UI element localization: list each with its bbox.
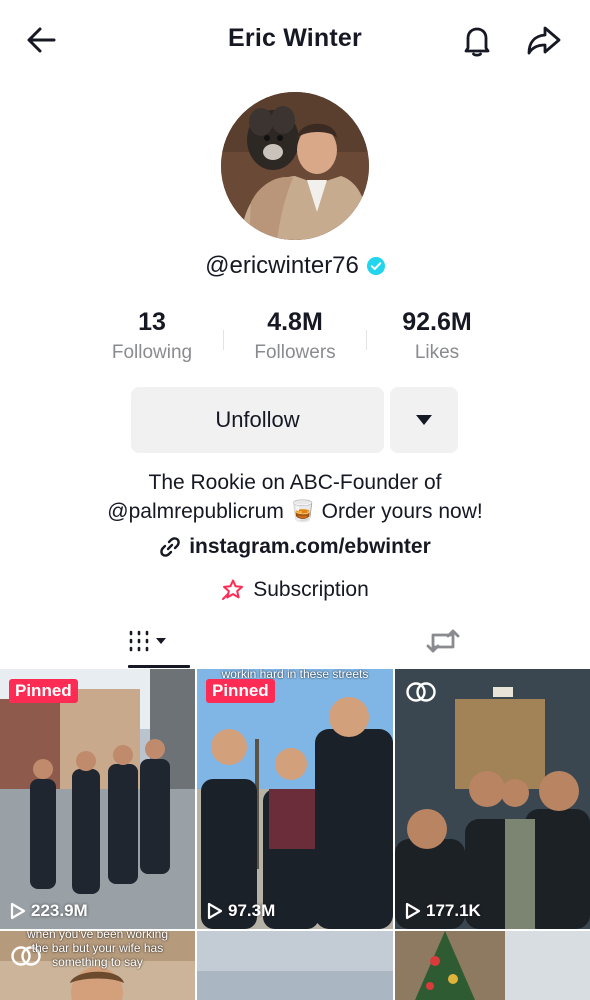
play-icon <box>10 902 26 920</box>
video-thumbnail <box>0 669 195 929</box>
subscription-label: Subscription <box>253 578 369 601</box>
notification-button[interactable] <box>455 18 499 62</box>
view-count: 97.3M <box>207 901 275 921</box>
whisky-emoji: 🥃 <box>289 500 316 523</box>
stat-value: 4.8M <box>267 308 323 336</box>
content-tabs <box>0 612 590 670</box>
stat-label: Following <box>111 342 193 363</box>
bio-line-2: @palmrepublicrum 🥃 Order yours now! <box>0 497 590 526</box>
view-count: 223.9M <box>10 901 88 921</box>
active-tab-indicator <box>128 665 190 668</box>
video-tile[interactable]: 177.1K <box>395 669 590 929</box>
stat-label: Followers <box>254 342 336 363</box>
video-tile[interactable]: when you've been working the bar but you… <box>0 931 195 1000</box>
avatar-photo <box>221 92 369 240</box>
grid-lines-icon <box>129 630 166 652</box>
subscription-star-icon <box>222 579 244 600</box>
bio: The Rookie on ABC-Founder of @palmrepubl… <box>0 468 590 526</box>
caret-down-icon <box>416 415 432 425</box>
share-button[interactable] <box>522 18 566 62</box>
video-tile[interactable] <box>197 931 393 1000</box>
view-count-text: 97.3M <box>228 901 276 920</box>
bell-icon <box>464 27 490 57</box>
unfollow-button[interactable]: Unfollow <box>131 387 384 453</box>
stat-value: 92.6M <box>402 308 472 336</box>
pinned-badge: Pinned <box>206 679 275 703</box>
stat-likes[interactable]: 92.6M Likes <box>366 306 508 364</box>
username-handle: @ericwinter76 <box>205 252 359 279</box>
video-thumbnail <box>197 931 393 1000</box>
bio-mention[interactable]: @palmrepublicrum <box>107 500 284 523</box>
subscription-link[interactable]: Subscription <box>0 578 590 602</box>
play-icon <box>207 902 223 920</box>
pinned-badge: Pinned <box>9 679 78 703</box>
photo-carousel-icon <box>406 682 436 702</box>
tab-reposts[interactable] <box>295 612 590 670</box>
video-thumbnail <box>395 931 590 1000</box>
stat-following[interactable]: 13 Following <box>81 306 223 364</box>
verified-badge-icon <box>366 257 385 275</box>
video-tile[interactable]: Pinned 223.9M <box>0 669 195 929</box>
suggested-accounts-button[interactable] <box>390 387 458 453</box>
view-count-text: 223.9M <box>31 901 88 920</box>
page-title: Eric Winter <box>228 24 362 52</box>
stat-value: 13 <box>138 308 166 336</box>
video-grid: Pinned 223.9M workin hard in these stree… <box>0 669 590 1000</box>
top-bar: Eric Winter <box>0 0 590 80</box>
handle-row: @ericwinter76 <box>0 252 590 280</box>
play-icon <box>405 902 421 920</box>
tab-videos[interactable] <box>0 612 295 670</box>
stat-label: Likes <box>414 342 460 363</box>
repost-icon <box>426 629 459 653</box>
bio-rest: Order yours now! <box>321 500 483 523</box>
avatar[interactable] <box>221 92 369 240</box>
link-icon <box>160 537 180 557</box>
video-thumbnail <box>395 669 590 929</box>
video-tile[interactable]: workin hard in these streets Pinned 97.3… <box>197 669 393 929</box>
video-caption: when you've been working the bar but you… <box>26 931 169 969</box>
video-thumbnail <box>197 669 393 929</box>
share-arrow-icon <box>527 26 561 55</box>
view-count: 177.1K <box>405 901 481 921</box>
bio-link[interactable]: instagram.com/ebwinter <box>0 535 590 559</box>
video-tile[interactable] <box>395 931 590 1000</box>
profile-stats: 13 Following 4.8M Followers 92.6M Likes <box>0 306 590 370</box>
bio-line-1: The Rookie on ABC-Founder of <box>148 471 442 494</box>
link-text: instagram.com/ebwinter <box>189 535 431 558</box>
view-count-text: 177.1K <box>426 901 481 920</box>
stat-followers[interactable]: 4.8M Followers <box>224 306 366 364</box>
